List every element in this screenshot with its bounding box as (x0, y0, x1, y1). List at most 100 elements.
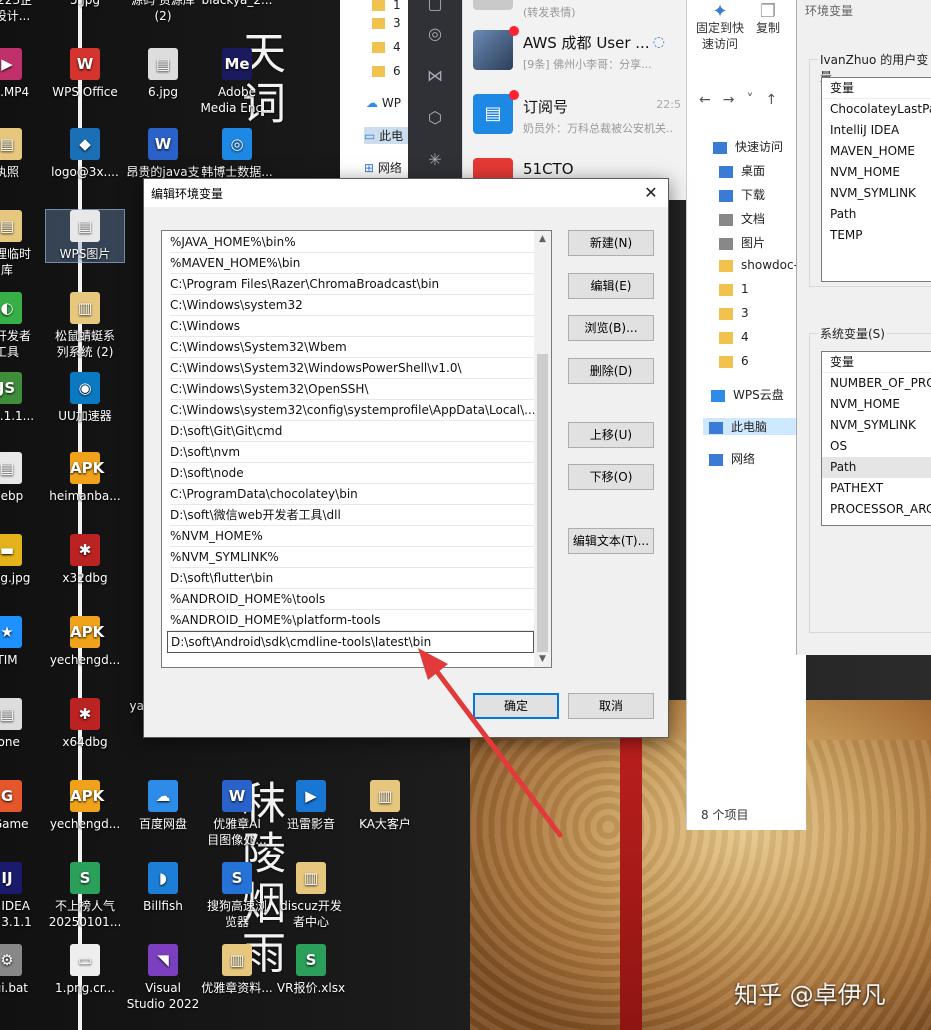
desktop-icon[interactable]: APK yechengd... (46, 780, 124, 832)
desktop-icon[interactable]: ◎ 韩博士数据... (198, 128, 276, 180)
nav-item[interactable]: showdoc- (719, 258, 798, 272)
variable-row[interactable]: NUMBER_OF_PRO (822, 373, 931, 394)
nav-item[interactable]: 1 (719, 282, 749, 296)
butterfly-icon[interactable]: ⋈ (425, 66, 445, 86)
path-item[interactable]: C:\Windows\System32\Wbem (170, 337, 534, 358)
folder-item[interactable]: 6 (372, 64, 401, 78)
pin-quick-access-button[interactable]: ✦ 固定到快 速访问 (695, 3, 745, 52)
desktop-icon[interactable]: ▥ 松鼠蜻蜓系 列系统 (2) (46, 292, 124, 360)
nav-item[interactable]: 4 (719, 330, 749, 344)
variable-row[interactable]: TEMP (822, 225, 931, 246)
desktop-icon[interactable]: ▤ WPS图片 (45, 209, 125, 263)
path-item[interactable]: C:\Windows\system32\config\systemprofile… (170, 400, 534, 421)
delete-button[interactable]: 删除(D) (568, 358, 654, 384)
new-button[interactable]: 新建(N) (568, 230, 654, 256)
desktop-icon[interactable]: ▥ discuz开发 者中心 (272, 862, 350, 930)
desktop-icon[interactable]: ◐ 信开发者 工具 (0, 292, 46, 360)
nav-item[interactable]: 此电脑 (703, 418, 799, 435)
variable-row[interactable]: NVM_SYMLINK (822, 415, 931, 436)
desktop-icon[interactable]: ▭ 1.png.cr... (46, 944, 124, 996)
desktop-icon[interactable]: ☁ 百度网盘 (124, 780, 202, 832)
aperture-icon[interactable]: ◎ (425, 24, 445, 44)
path-item[interactable]: D:\soft\Git\Git\cmd (170, 421, 534, 442)
path-item[interactable]: D:\soft\微信web开发者工具\dll (170, 505, 534, 526)
close-icon[interactable]: ✕ (634, 179, 668, 207)
path-item[interactable]: C:\Windows\System32\OpenSSH\ (170, 379, 534, 400)
desktop-icon[interactable]: ◗ Billfish (124, 862, 202, 914)
variable-row[interactable]: PROCESSOR_ARC (822, 499, 931, 520)
app-icon[interactable]: ▢ (425, 0, 445, 14)
desktop-icon[interactable]: ▶ 迅雷影音 (272, 780, 350, 832)
desktop-icon[interactable]: ▤ 处理临时 库 (0, 210, 46, 278)
nav-wps[interactable]: ☁ WP (366, 96, 401, 110)
path-item[interactable]: C:\Program Files\Razer\ChromaBroadcast\b… (170, 274, 534, 295)
desktop-icon[interactable]: ⚙ bui.bat (0, 944, 46, 996)
variable-row[interactable]: Path (822, 204, 931, 225)
chat-row[interactable]: AWS 成都 User ... [9条] 佛州小李哥：分享... ◌ (463, 20, 687, 84)
scroll-thumb[interactable] (537, 354, 548, 652)
edit-text-button[interactable]: 编辑文本(T)... (568, 528, 654, 554)
browse-button[interactable]: 浏览(B)... (568, 315, 654, 341)
nav-item[interactable]: 快速访问 (713, 138, 783, 155)
copy-button[interactable]: ❐ 复制 (753, 3, 783, 36)
desktop-icon[interactable]: ▶ p4.MP4 (0, 48, 46, 100)
desktop-icon[interactable]: IJ lliJ IDEA 24.3.1.1 (0, 862, 46, 930)
variable-row[interactable]: ChocolateyLastPat (822, 99, 931, 120)
desktop-icon[interactable]: ▥ KA大客户 (346, 780, 424, 832)
nav-arrows[interactable]: ←→˅↑ (699, 92, 789, 108)
desktop-icon[interactable]: W WPS Office (46, 48, 124, 100)
desktop-icon[interactable]: ★ TIM (0, 616, 46, 668)
path-item[interactable]: D:\soft\flutter\bin (170, 568, 534, 589)
desktop-icon[interactable]: ◆ logo@3x.... (46, 128, 124, 180)
path-item[interactable]: %MAVEN_HOME%\bin (170, 253, 534, 274)
variable-row[interactable]: NVM_SYMLINK (822, 183, 931, 204)
path-item[interactable]: C:\ProgramData\chocolatey\bin (170, 484, 534, 505)
nav-item[interactable]: 3 (719, 306, 749, 320)
variable-row[interactable]: NVM_HOME (822, 162, 931, 183)
variable-row[interactable]: OS (822, 436, 931, 457)
path-item[interactable]: %ANDROID_HOME%\platform-tools (170, 610, 534, 631)
desktop-icon[interactable]: GeGame (0, 780, 46, 832)
desktop-icon[interactable]: blackya_2... (198, 0, 276, 8)
path-item[interactable]: C:\Windows (170, 316, 534, 337)
variable-row[interactable]: MAVEN_HOME (822, 141, 931, 162)
nav-item[interactable]: 文档 (719, 210, 765, 227)
nav-item[interactable]: WPS云盘 (711, 386, 784, 403)
path-item[interactable]: C:\Windows\System32\WindowsPowerShell\v1… (170, 358, 534, 379)
sparkle-icon[interactable]: ✳ (425, 150, 445, 170)
folder-item[interactable]: 1 (372, 0, 401, 12)
path-edit-field[interactable]: D:\soft\Android\sdk\cmdline-tools\latest… (167, 631, 534, 653)
nav-item[interactable]: 6 (719, 354, 749, 368)
move-up-button[interactable]: 上移(U) (568, 422, 654, 448)
folder-item[interactable]: 3 (372, 16, 401, 30)
cancel-button[interactable]: 取消 (568, 693, 654, 719)
column-header[interactable]: 变量 (822, 352, 931, 373)
desktop-icon[interactable]: S 搜狗高速浏 览器 (198, 862, 276, 930)
path-item[interactable]: D:\soft\node (170, 463, 534, 484)
desktop-icon[interactable]: ▤ webp (0, 452, 46, 504)
desktop-icon[interactable]: ◥ Visual Studio 2022 (124, 944, 202, 1012)
variable-row[interactable]: PATHEXT (822, 478, 931, 499)
desktop-icon[interactable]: S 不上榜人气 20250101... (46, 862, 124, 930)
desktop-icon[interactable]: 5.jpg (46, 0, 124, 8)
move-down-button[interactable]: 下移(O) (568, 464, 654, 490)
path-list[interactable]: ▲ ▼ %JAVA_HOME%\bin% %MAVEN_HOME%\bin C:\P… (161, 230, 552, 668)
desktop-icon[interactable]: APK heimanba... (46, 452, 124, 504)
desktop-icon[interactable]: ▬ _log.jpg (0, 534, 46, 586)
desktop-icon[interactable]: ✱ x64dbg (46, 698, 124, 750)
desktop-icon[interactable]: ◉ UU加速器 (46, 372, 124, 424)
variable-row[interactable]: NVM_HOME (822, 394, 931, 415)
path-item[interactable]: C:\Windows\system32 (170, 295, 534, 316)
ok-button[interactable]: 确定 (473, 693, 559, 719)
desktop-icon[interactable]: 41223企 ui设计... (0, 0, 46, 24)
desktop-icon[interactable]: ▤ 6.jpg (124, 48, 202, 100)
desktop-icon[interactable]: ▥ 优雅章资料... (198, 944, 276, 996)
desktop-icon[interactable]: S VR报价.xlsx (272, 944, 350, 996)
scroll-up-icon[interactable]: ▲ (534, 231, 551, 247)
nav-item[interactable]: 桌面 (719, 162, 765, 179)
path-item[interactable]: %NVM_HOME% (170, 526, 534, 547)
nav-network[interactable]: ⊞ 网络 (364, 159, 402, 176)
path-item[interactable]: %JAVA_HOME%\bin% (170, 232, 534, 253)
column-header[interactable]: 变量 (822, 78, 931, 99)
desktop-icon[interactable]: JS s_1.1.1... (0, 372, 46, 424)
